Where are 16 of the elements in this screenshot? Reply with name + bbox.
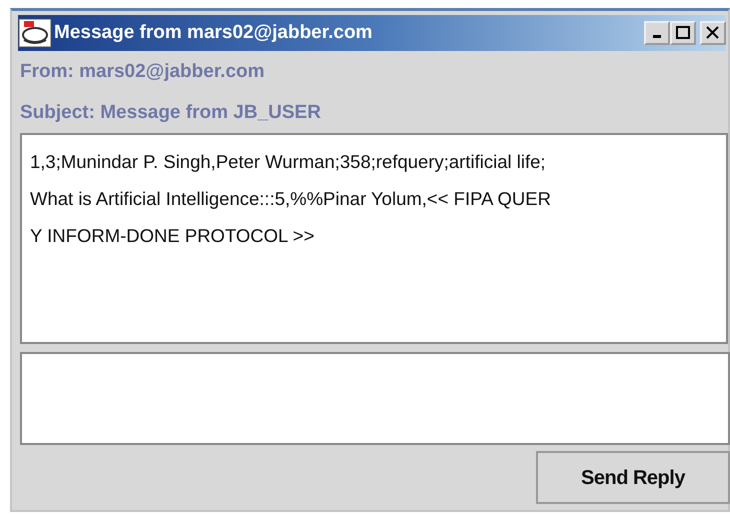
message-area[interactable]: 1,3;Munindar P. Singh,Peter Wurman;358;refquery;artificial life; What is Artificial Intelligence:::5,%%Pinar Yolum,<< FIPA QUER Y INFORM-DONE PROTOCOL >> <box>20 133 728 344</box>
subject-label: Subject: Message from JB_USER <box>20 100 321 125</box>
app-icon <box>18 18 52 48</box>
window-title: Message from mars02@jabber.com <box>54 20 372 45</box>
maximize-icon <box>675 25 691 41</box>
reply-field[interactable] <box>20 352 730 445</box>
minimize-icon <box>653 35 661 38</box>
message-line: Y INFORM-DONE PROTOCOL >> <box>30 224 316 248</box>
close-button[interactable] <box>700 21 726 45</box>
message-line: 1,3;Munindar P. Singh,Peter Wurman;358;refquery;artificial life; <box>30 150 547 174</box>
send-reply-button[interactable]: Send Reply <box>536 451 730 504</box>
message-line: What is Artificial Intelligence:::5,%%Pinar Yolum,<< FIPA QUER <box>30 187 552 211</box>
from-label: From: mars02@jabber.com <box>20 60 265 84</box>
close-icon <box>705 25 721 41</box>
minimize-button[interactable] <box>644 21 670 45</box>
maximize-button[interactable] <box>670 21 696 45</box>
